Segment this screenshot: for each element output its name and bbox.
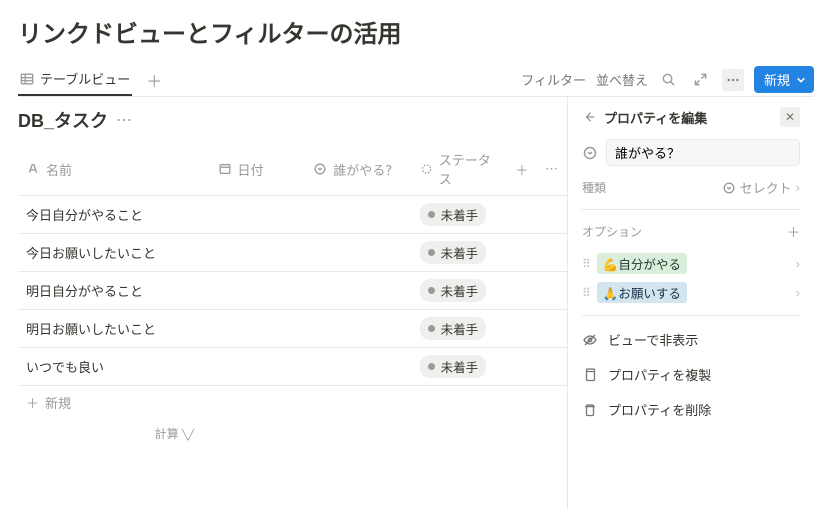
property-name-input[interactable] [606,139,800,166]
expand-icon[interactable] [690,69,712,91]
col-add[interactable]: ＋ [507,143,537,196]
database-title[interactable]: DB_タスク [18,107,108,133]
chevron-right-icon: › [796,285,800,300]
add-row-button[interactable]: ＋新規 [18,386,567,419]
page-title: リンクドビューとフィルターの活用 [18,14,814,49]
duplicate-icon [582,367,598,383]
cell-date[interactable] [210,348,306,386]
select-icon [582,145,598,161]
tab-label: テーブルビュー [40,69,130,88]
new-button[interactable]: 新規 [754,66,814,93]
drag-handle-icon[interactable]: ⠿ [582,286,591,300]
more-icon[interactable] [722,69,744,91]
hide-in-view-button[interactable]: ビューで非表示 [582,328,800,351]
back-icon[interactable] [582,110,596,124]
panel-title: プロパティを編集 [604,108,707,127]
cell-who[interactable] [305,272,411,310]
cell-date[interactable] [210,272,306,310]
trash-icon [582,402,598,418]
database-more-icon[interactable]: ⋯ [116,110,133,130]
cell-who[interactable] [305,234,411,272]
filter-button[interactable]: フィルター [521,70,586,89]
duplicate-property-button[interactable]: プロパティを複製 [582,363,800,386]
chevron-right-icon: › [796,256,800,271]
new-button-label: 新規 [764,70,790,89]
col-more[interactable]: ⋯ [537,143,567,196]
cell-name[interactable]: 今日自分がやること [18,196,210,234]
col-name[interactable]: 名前 [18,143,210,196]
add-option-button[interactable]: ＋ [787,222,800,241]
cell-date[interactable] [210,234,306,272]
table-row[interactable]: いつでも良い 未着手 [18,348,567,386]
table-row[interactable]: 今日お願いしたいこと 未着手 [18,234,567,272]
col-who[interactable]: 誰がやる？ [305,143,411,196]
main-area: DB_タスク ⋯ 名前 日付 [18,97,567,509]
search-icon[interactable] [658,69,680,91]
option-pill: 💪自分がやる [597,253,687,274]
calendar-icon [218,162,232,176]
col-status[interactable]: ステータス [412,143,508,196]
property-type-row[interactable]: 種類 セレクト › [582,178,800,197]
table-row[interactable]: 今日自分がやること 未着手 [18,196,567,234]
select-option-row[interactable]: ⠿ 💪自分がやる › [582,253,800,274]
cell-status[interactable]: 未着手 [412,310,508,348]
select-option-row[interactable]: ⠿ 🙏お願いする › [582,282,800,303]
cell-status[interactable]: 未着手 [412,272,508,310]
table-row[interactable]: 明日お願いしたいこと 未着手 [18,310,567,348]
cell-name[interactable]: いつでも良い [18,348,210,386]
cell-status[interactable]: 未着手 [412,348,508,386]
data-table: 名前 日付 誰がやる？ ステータス ＋ ⋯ [18,143,567,386]
select-icon [722,181,736,195]
cell-status[interactable]: 未着手 [412,196,508,234]
cell-name[interactable]: 明日自分がやること [18,272,210,310]
option-pill: 🙏お願いする [597,282,687,303]
cell-who[interactable] [305,310,411,348]
table-row[interactable]: 明日自分がやること 未着手 [18,272,567,310]
delete-property-button[interactable]: プロパティを削除 [582,398,800,421]
calc-row[interactable]: 計算 ╲╱ [18,419,567,448]
status-icon [420,162,433,176]
cell-name[interactable]: 今日お願いしたいこと [18,234,210,272]
eye-off-icon [582,332,598,348]
cell-date[interactable] [210,196,306,234]
view-tabbar: テーブルビュー ＋ フィルター 並べ替え 新規 [18,63,814,97]
cell-date[interactable] [210,310,306,348]
cell-status[interactable]: 未着手 [412,234,508,272]
sort-button[interactable]: 並べ替え [596,70,648,89]
close-icon[interactable]: ✕ [780,107,800,127]
property-edit-panel: プロパティを編集 ✕ 種類 セレクト › オプション [567,97,814,509]
options-label: オプション [582,223,642,240]
type-label: 種類 [582,179,606,196]
drag-handle-icon[interactable]: ⠿ [582,257,591,271]
cell-name[interactable]: 明日お願いしたいこと [18,310,210,348]
add-view-button[interactable]: ＋ [142,68,166,92]
col-date[interactable]: 日付 [210,143,306,196]
chevron-down-icon [796,75,806,85]
text-icon [26,162,40,176]
select-icon [313,162,327,176]
cell-who[interactable] [305,196,411,234]
tab-table-view[interactable]: テーブルビュー [18,63,132,96]
table-icon [20,72,34,86]
cell-who[interactable] [305,348,411,386]
